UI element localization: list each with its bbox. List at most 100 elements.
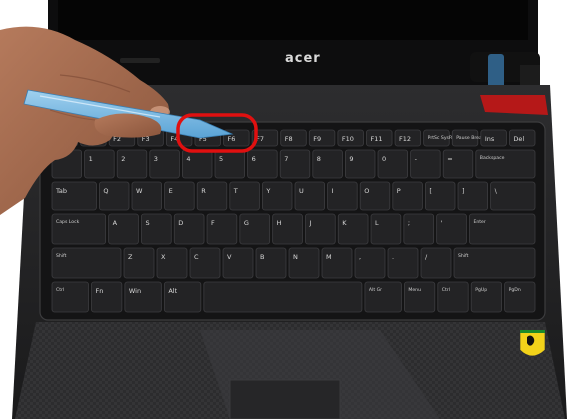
key-ctrl[interactable]: Ctrl — [51, 281, 89, 313]
key-label: E — [169, 187, 173, 195]
key-label: J — [308, 219, 311, 227]
key-s[interactable]: S — [141, 213, 172, 245]
key-label: PgUp — [475, 287, 487, 293]
key-tab[interactable]: Tab — [51, 181, 97, 211]
key-enter[interactable]: Enter — [469, 213, 536, 245]
key-label: P — [397, 187, 401, 195]
key-m[interactable]: M — [321, 247, 353, 279]
key-4[interactable]: 4 — [181, 149, 213, 179]
key-symbol[interactable]: , — [354, 247, 386, 279]
key-label: A — [113, 219, 118, 227]
key-label: Caps Lock — [56, 219, 80, 225]
key-label: F8 — [285, 135, 293, 143]
key-shift[interactable]: Shift — [51, 247, 122, 279]
key-f[interactable]: F — [206, 213, 238, 245]
key-k[interactable]: K — [337, 213, 369, 245]
key-label: Menu — [408, 287, 421, 293]
key-symbol[interactable]: ] — [457, 181, 489, 211]
key-label: 5 — [219, 155, 223, 163]
key-label: 4 — [186, 155, 190, 163]
key-symbol[interactable]: [ — [424, 181, 456, 211]
key-blank[interactable] — [203, 281, 363, 313]
key-9[interactable]: 9 — [344, 149, 376, 179]
key-o[interactable]: O — [359, 181, 391, 211]
key-g[interactable]: G — [239, 213, 271, 245]
key-2[interactable]: 2 — [116, 149, 148, 179]
key-symbol[interactable]: / — [420, 247, 452, 279]
key-label: 3 — [154, 155, 158, 163]
key-label: Alt — [168, 287, 177, 295]
key-label: Z — [128, 253, 133, 261]
key-1[interactable]: 1 — [84, 149, 115, 179]
key-label: O — [364, 187, 369, 195]
key-label: N — [293, 253, 298, 261]
key-h[interactable]: H — [272, 213, 303, 245]
key-label: F11 — [370, 135, 382, 143]
key-5[interactable]: 5 — [214, 149, 246, 179]
key-y[interactable]: Y — [261, 181, 293, 211]
key-r[interactable]: R — [196, 181, 228, 211]
key-z[interactable]: Z — [123, 247, 155, 279]
key-t[interactable]: T — [229, 181, 260, 211]
key-pgdn[interactable]: PgDn — [504, 281, 536, 313]
key-del[interactable]: Del — [509, 129, 536, 147]
key-label: Tab — [55, 187, 67, 195]
key-label: V — [227, 253, 232, 261]
key-win[interactable]: Win — [124, 281, 162, 313]
key-i[interactable]: I — [327, 181, 358, 211]
key-label: F — [211, 219, 215, 227]
key-ctrl[interactable]: Ctrl — [437, 281, 469, 313]
key-d[interactable]: D — [173, 213, 205, 245]
key-alt-gr[interactable]: Alt Gr — [364, 281, 402, 313]
key-e[interactable]: E — [164, 181, 195, 211]
key-pgup[interactable]: PgUp — [470, 281, 503, 313]
key-backspace[interactable]: Backspace — [475, 149, 536, 179]
key-b[interactable]: B — [255, 247, 287, 279]
key-shift[interactable]: Shift — [453, 247, 536, 279]
key-f8[interactable]: F8 — [280, 129, 307, 147]
key-label: C — [194, 253, 199, 261]
key-label: , — [359, 253, 361, 261]
key-f12[interactable]: F12 — [394, 129, 422, 147]
key-symbol[interactable]: - — [410, 149, 441, 179]
key-alt[interactable]: Alt — [163, 281, 202, 313]
key-0[interactable]: 0 — [377, 149, 409, 179]
key-label: ' — [441, 219, 443, 227]
key-8[interactable]: 8 — [312, 149, 343, 179]
key-f9[interactable]: F9 — [308, 129, 336, 147]
key-7[interactable]: 7 — [279, 149, 311, 179]
key-menu[interactable]: Menu — [403, 281, 436, 313]
key-caps-lock[interactable]: Caps Lock — [51, 213, 107, 245]
key-symbol[interactable]: ' — [436, 213, 467, 245]
key-symbol[interactable]: \ — [490, 181, 536, 211]
keyboard: EscF1F2F3F4F5F6F7F8F9F10F11F12PrtSc SysR… — [39, 121, 546, 321]
key-label: H — [277, 219, 282, 227]
key-c[interactable]: C — [189, 247, 221, 279]
key-6[interactable]: 6 — [247, 149, 278, 179]
key-3[interactable]: 3 — [149, 149, 180, 179]
key-label: 7 — [284, 155, 288, 163]
key-symbol[interactable]: . — [387, 247, 419, 279]
key-label: F10 — [342, 135, 354, 143]
key-p[interactable]: P — [392, 181, 423, 211]
key-v[interactable]: V — [222, 247, 254, 279]
key-x[interactable]: X — [156, 247, 188, 279]
key-label: Shift — [56, 253, 67, 259]
key-f10[interactable]: F10 — [337, 129, 364, 147]
key-q[interactable]: Q — [99, 181, 130, 211]
key-symbol[interactable]: = — [442, 149, 474, 179]
key-label: = — [447, 155, 452, 163]
key-f11[interactable]: F11 — [366, 129, 393, 147]
key-u[interactable]: U — [294, 181, 326, 211]
key-symbol[interactable]: ; — [403, 213, 435, 245]
key-n[interactable]: N — [288, 247, 320, 279]
key-label: F9 — [313, 135, 321, 143]
key-label: Backspace — [480, 155, 505, 161]
key-label: K — [342, 219, 347, 227]
key-j[interactable]: J — [305, 213, 336, 245]
key-ins[interactable]: Ins — [480, 129, 507, 147]
key-a[interactable]: A — [108, 213, 139, 245]
key-l[interactable]: L — [370, 213, 402, 245]
key-w[interactable]: W — [131, 181, 163, 211]
key-fn[interactable]: Fn — [91, 281, 123, 313]
